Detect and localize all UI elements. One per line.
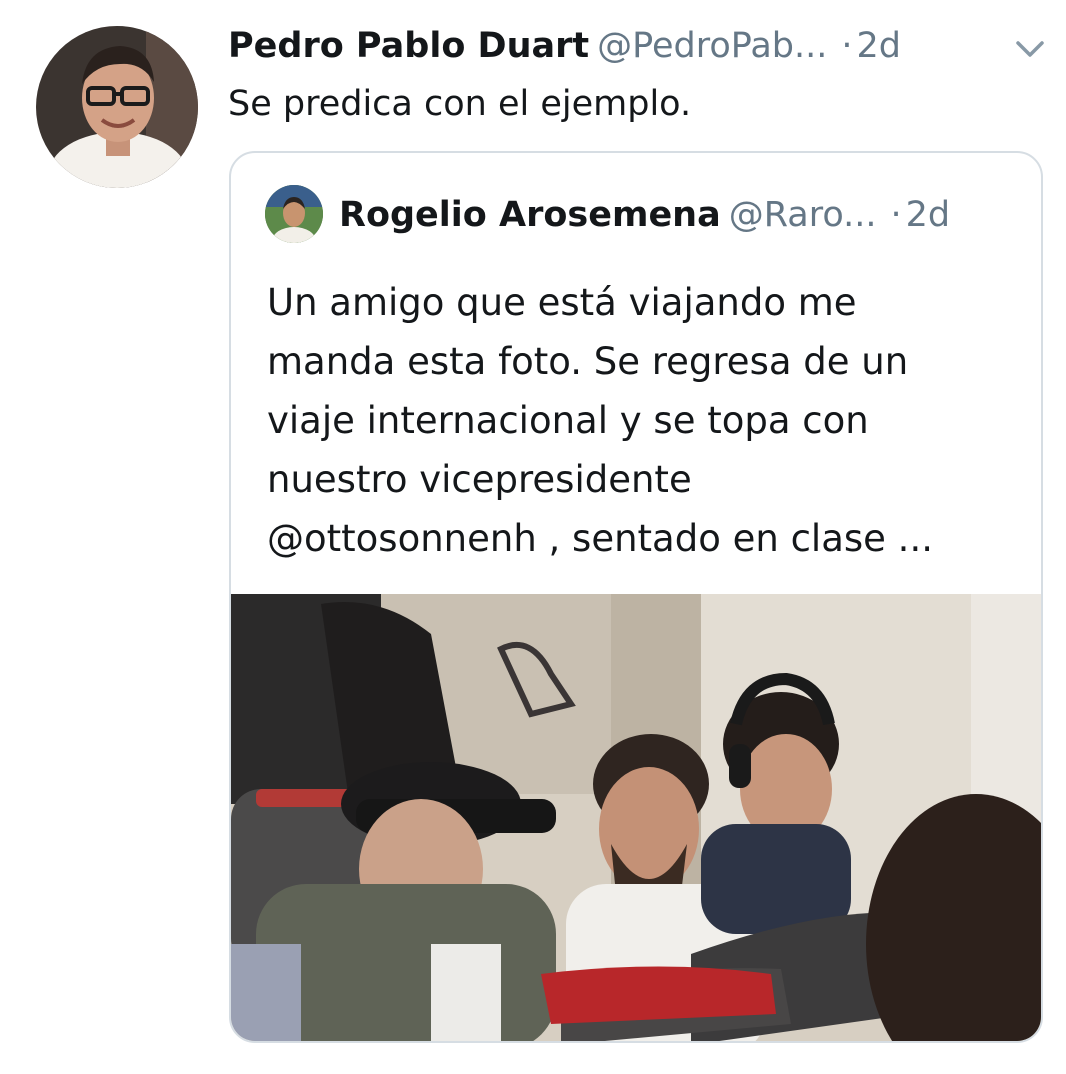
quoted-avatar-photo xyxy=(265,185,323,243)
quoted-tweet-timestamp[interactable]: 2d xyxy=(906,195,951,235)
quoted-text-line: viaje internacional y se topa con xyxy=(267,399,869,442)
quoted-text-line: nuestro vicepresidente xyxy=(267,458,692,501)
tweet-timestamp[interactable]: 2d xyxy=(857,26,902,66)
chevron-down-icon[interactable] xyxy=(1010,28,1050,68)
tweet-header: Pedro Pablo Duart @PedroPab... · 2d xyxy=(228,20,988,72)
avatar-photo xyxy=(36,26,198,188)
quoted-tweet-photo[interactable] xyxy=(231,594,1041,1041)
author-avatar[interactable] xyxy=(36,26,198,188)
quoted-author-avatar[interactable] xyxy=(265,185,323,243)
quoted-tweet-text: Un amigo que está viajando me manda esta… xyxy=(267,273,1007,568)
author-handle[interactable]: @PedroPab... xyxy=(597,26,827,66)
quoted-text-line: @ottosonnenh , sentado en clase ... xyxy=(267,517,933,560)
author-name[interactable]: Pedro Pablo Duart xyxy=(228,26,589,66)
quoted-author-handle[interactable]: @Raro... xyxy=(729,195,877,235)
tweet-text: Se predica con el ejemplo. xyxy=(228,84,692,124)
quoted-author-name[interactable]: Rogelio Arosemena xyxy=(339,195,721,235)
quoted-tweet[interactable]: Rogelio Arosemena @Raro... · 2d Un amigo qu… xyxy=(229,151,1043,1043)
separator-dot: · xyxy=(890,195,902,235)
separator-dot: · xyxy=(841,26,853,66)
quoted-text-line: manda esta foto. Se regresa de un xyxy=(267,340,909,383)
airplane-cabin-photo xyxy=(231,594,1041,1041)
quoted-text-line: Un amigo que está viajando me xyxy=(267,281,857,324)
quoted-tweet-header: Rogelio Arosemena @Raro... · 2d xyxy=(339,189,1029,241)
